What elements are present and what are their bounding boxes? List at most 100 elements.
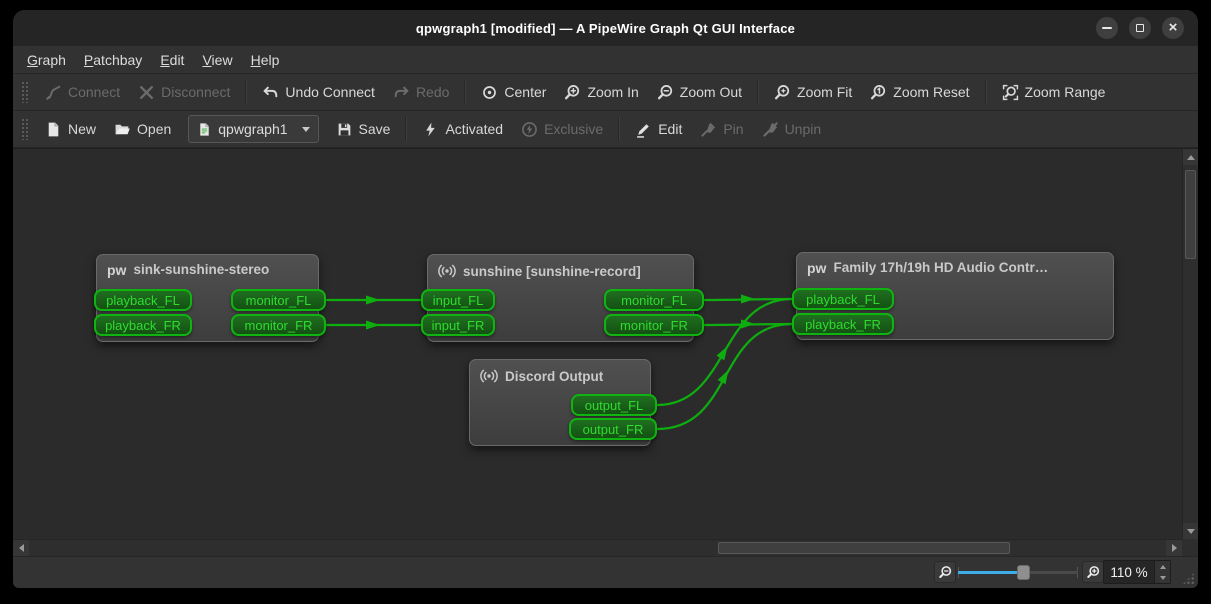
disconnect-label: Disconnect [161, 84, 230, 100]
zoom-in-icon [564, 84, 581, 101]
redo-icon [393, 84, 410, 101]
pin-button[interactable]: Pin [691, 115, 752, 143]
unpin-icon [762, 121, 779, 138]
resize-grip[interactable] [1182, 572, 1195, 585]
port-input[interactable]: input_FL [421, 289, 495, 311]
zoom-value[interactable]: 110 % [1104, 561, 1154, 583]
new-label: New [68, 121, 96, 137]
horizontal-scrollbar[interactable] [13, 539, 1182, 556]
horizontal-scrollbar-thumb[interactable] [718, 542, 1010, 554]
undo-connect-button[interactable]: Undo Connect [253, 78, 384, 106]
scroll-left-button[interactable] [13, 540, 29, 556]
port-input[interactable]: playback_FR [94, 314, 192, 336]
port-output[interactable]: monitor_FR [604, 314, 704, 336]
zoom-out-icon [657, 84, 674, 101]
center-button[interactable]: Center [472, 78, 555, 106]
connect-button[interactable]: Connect [36, 78, 129, 106]
window-title: qpwgraph1 [modified] — A PipeWire Graph … [416, 21, 795, 36]
open-label: Open [137, 121, 171, 137]
redo-button[interactable]: Redo [384, 78, 458, 106]
connection-arrow [741, 320, 755, 329]
port-output[interactable]: monitor_FR [231, 314, 326, 336]
connection-arrow [717, 344, 732, 361]
port-output[interactable]: output_FR [569, 418, 657, 440]
scroll-down-button[interactable] [1183, 523, 1198, 539]
scroll-up-button[interactable] [1183, 149, 1198, 165]
disconnect-button[interactable]: Disconnect [129, 78, 239, 106]
center-label: Center [504, 84, 546, 100]
vertical-scrollbar[interactable] [1182, 149, 1198, 539]
window-controls: × [1096, 17, 1184, 39]
titlebar[interactable]: qpwgraph1 [modified] — A PipeWire Graph … [13, 10, 1198, 46]
activated-button[interactable]: Activated [413, 115, 512, 143]
new-file-icon [45, 121, 62, 138]
center-icon [481, 84, 498, 101]
scroll-right-button[interactable] [1166, 540, 1182, 556]
slider-groove[interactable] [1024, 571, 1078, 574]
connection-arrow [741, 295, 755, 304]
zoom-reset-button[interactable]: Zoom Reset [861, 78, 978, 106]
open-button[interactable]: Open [105, 115, 180, 143]
save-button[interactable]: Save [327, 115, 400, 143]
graph-canvas[interactable]: pw sink-sunshine-stereo playback_FL play… [13, 149, 1182, 539]
scrollbar-corner [1182, 539, 1198, 556]
toolbar-drag-handle[interactable] [21, 118, 28, 140]
edit-button[interactable]: Edit [626, 115, 691, 143]
menu-graph[interactable]: Graph [18, 49, 75, 71]
graph-canvas-area: pw sink-sunshine-stereo playback_FL play… [13, 148, 1198, 556]
port-input[interactable]: playback_FR [792, 313, 894, 335]
disconnect-icon [138, 84, 155, 101]
spin-down-button[interactable] [1155, 572, 1170, 583]
spin-up-button[interactable] [1155, 561, 1170, 572]
toolbar-separator [464, 80, 466, 104]
pin-icon [700, 121, 717, 138]
unpin-button[interactable]: Unpin [753, 115, 831, 143]
zoom-slider[interactable] [958, 557, 1078, 588]
port-output[interactable]: monitor_FL [604, 289, 704, 311]
toolbar-separator [245, 80, 247, 104]
port-input[interactable]: playback_FL [94, 289, 192, 311]
patchbay-select[interactable]: qpwgraph1 [188, 115, 318, 143]
zoom-out-button[interactable]: Zoom Out [648, 78, 751, 106]
new-button[interactable]: New [36, 115, 105, 143]
pin-label: Pin [723, 121, 743, 137]
unpin-label: Unpin [785, 121, 822, 137]
connections-layer [13, 149, 1182, 539]
vertical-scrollbar-thumb[interactable] [1185, 170, 1196, 259]
exclusive-label: Exclusive [544, 121, 603, 137]
connect-icon [45, 84, 62, 101]
arrow-down-icon [1160, 576, 1166, 580]
zoom-fit-button[interactable]: Zoom Fit [765, 78, 861, 106]
port-input[interactable]: playback_FL [792, 288, 894, 310]
graph-toolbar: Connect Disconnect Undo Connect Redo Cen… [13, 74, 1198, 111]
zoom-range-button[interactable]: Zoom Range [993, 78, 1115, 106]
toolbar-drag-handle[interactable] [21, 81, 28, 103]
zoom-range-label: Zoom Range [1025, 84, 1106, 100]
minimize-button[interactable] [1096, 17, 1118, 39]
zoom-out-button[interactable] [934, 561, 956, 583]
port-input[interactable]: input_FR [421, 314, 495, 336]
file-toolbar: New Open qpwgraph1 Save Activated [13, 111, 1198, 148]
arrow-right-icon [1172, 544, 1177, 552]
port-output[interactable]: monitor_FL [231, 289, 326, 311]
menu-patchbay[interactable]: Patchbay [75, 49, 151, 71]
zoom-slider-handle[interactable] [1017, 565, 1030, 580]
slider-groove-filled[interactable] [958, 571, 1024, 574]
exclusive-button[interactable]: Exclusive [512, 115, 612, 143]
zoom-spinbox[interactable]: 110 % [1103, 560, 1171, 584]
zoom-in-button[interactable]: Zoom In [555, 78, 647, 106]
exclusive-icon [521, 121, 538, 138]
zoom-in-button[interactable] [1082, 561, 1104, 583]
close-button[interactable]: × [1162, 17, 1184, 39]
connection-arrow [366, 321, 380, 330]
menu-help[interactable]: Help [242, 49, 289, 71]
menu-view[interactable]: View [193, 49, 241, 71]
maximize-button[interactable] [1129, 17, 1151, 39]
zoom-reset-icon [870, 84, 887, 101]
toolbar-separator [757, 80, 759, 104]
zoom-fit-label: Zoom Fit [797, 84, 852, 100]
menu-edit[interactable]: Edit [151, 49, 193, 71]
edit-label: Edit [658, 121, 682, 137]
connect-label: Connect [68, 84, 120, 100]
port-output[interactable]: output_FL [571, 394, 657, 416]
